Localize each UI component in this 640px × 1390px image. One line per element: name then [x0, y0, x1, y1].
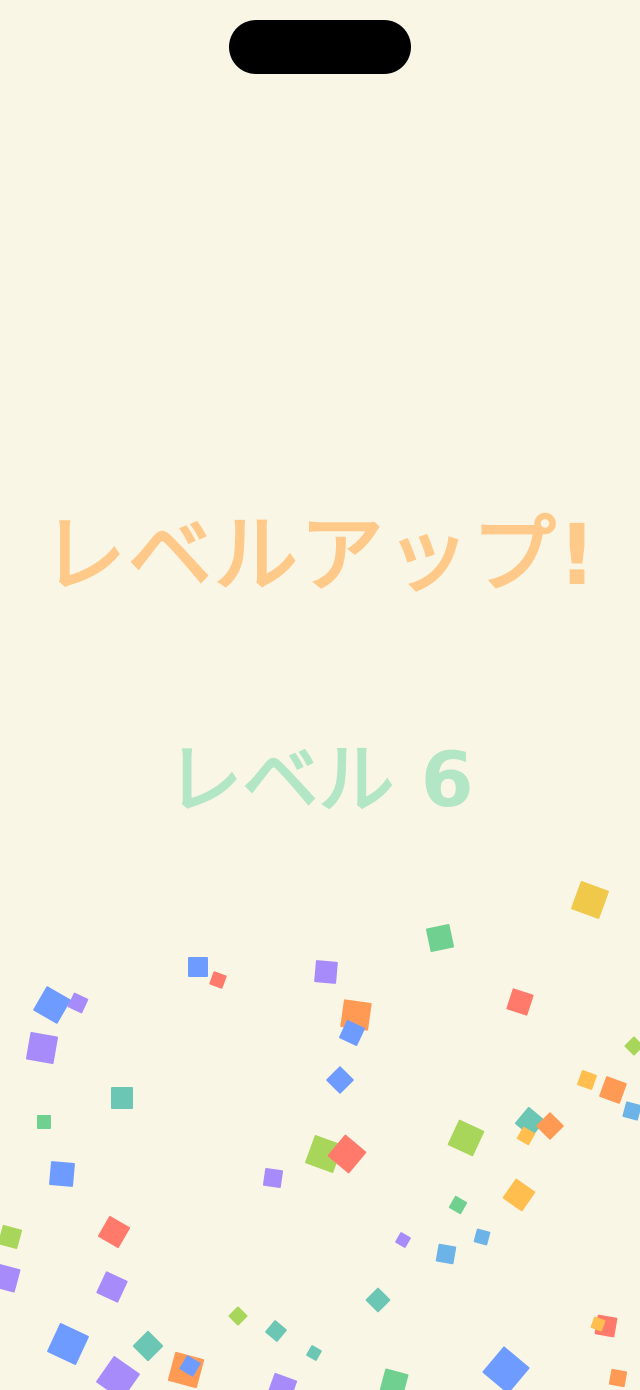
confetti-layer — [0, 0, 640, 1390]
confetti-piece — [447, 1119, 485, 1157]
confetti-piece — [482, 1346, 530, 1390]
confetti-piece — [514, 1106, 546, 1138]
confetti-piece — [535, 1111, 565, 1141]
confetti-piece — [167, 1351, 205, 1389]
confetti-piece — [379, 1368, 409, 1390]
confetti-piece — [622, 1101, 640, 1121]
confetti-piece — [32, 985, 72, 1025]
confetti-piece — [67, 992, 89, 1014]
confetti-piece — [590, 1316, 606, 1332]
confetti-piece — [37, 1115, 51, 1129]
confetti-piece — [188, 957, 208, 977]
level-up-screen: レベルアップ! レベル 6 — [0, 0, 640, 1390]
confetti-piece — [340, 999, 372, 1031]
confetti-piece — [394, 1231, 412, 1249]
confetti-piece — [448, 1195, 468, 1215]
confetti-piece — [95, 1355, 141, 1390]
confetti-piece — [46, 1322, 90, 1366]
confetti-piece — [266, 1372, 298, 1390]
confetti-piece — [0, 1263, 21, 1293]
confetti-piece — [304, 1134, 344, 1174]
confetti-piece — [111, 1087, 133, 1109]
confetti-piece — [132, 1330, 164, 1362]
confetti-piece — [96, 1271, 128, 1303]
confetti-piece — [25, 1031, 59, 1065]
confetti-piece — [264, 1319, 288, 1343]
level-up-title: レベルアップ! — [41, 506, 599, 604]
confetti-piece — [97, 1215, 131, 1249]
confetti-piece — [425, 923, 455, 953]
confetti-piece — [608, 1368, 628, 1388]
confetti-piece — [327, 1134, 367, 1174]
confetti-piece — [338, 1019, 366, 1047]
confetti-piece — [435, 1243, 457, 1265]
confetti-piece — [209, 971, 227, 989]
confetti-piece — [624, 1036, 640, 1056]
confetti-piece — [0, 1224, 23, 1250]
confetti-piece — [594, 1314, 618, 1338]
confetti-piece — [48, 1160, 76, 1188]
confetti-piece — [598, 1075, 628, 1105]
confetti-piece — [576, 1069, 598, 1091]
confetti-piece — [314, 960, 338, 984]
confetti-piece — [179, 1355, 201, 1377]
confetti-piece — [473, 1228, 491, 1246]
confetti-piece — [262, 1167, 284, 1189]
confetti-piece — [365, 1287, 391, 1313]
confetti-piece — [305, 1344, 323, 1362]
level-number-label: レベル 6 — [166, 735, 474, 824]
confetti-piece — [228, 1306, 248, 1326]
dynamic-island — [229, 20, 411, 74]
confetti-piece — [325, 1065, 355, 1095]
confetti-piece — [516, 1126, 536, 1146]
confetti-piece — [502, 1178, 536, 1212]
confetti-piece — [506, 988, 534, 1016]
confetti-piece — [570, 880, 610, 920]
